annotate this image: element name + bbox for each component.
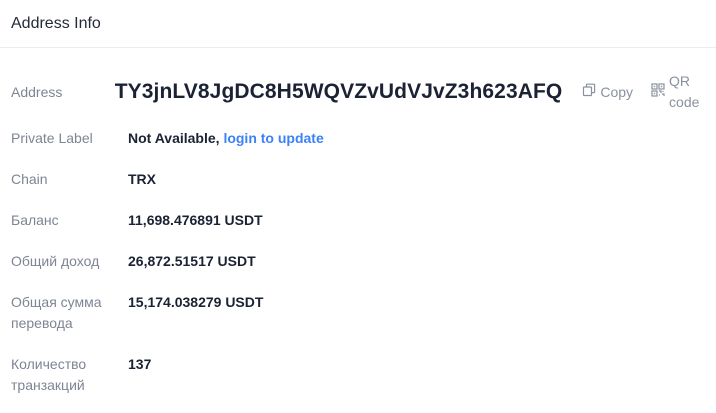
balance-row: Баланс 11,698.476891 USDT: [11, 210, 716, 231]
total-transfer-value: 15,174.038279 USDT: [128, 294, 264, 310]
address-info-card: Address Info Address TY3jnLV8JgDC8H5WQVZ…: [0, 0, 716, 413]
tx-count-label-line1: Количество: [11, 356, 87, 372]
card-header: Address Info: [0, 0, 716, 48]
tx-count-label: Количество транзакций: [11, 354, 128, 396]
copy-icon: [582, 82, 596, 103]
balance-label: Баланс: [11, 212, 59, 228]
private-label-value: Not Available,: [128, 130, 220, 146]
total-transfer-label: Общая сумма перевода: [11, 292, 128, 334]
tx-count-row: Количество транзакций 137: [11, 354, 716, 396]
address-label: Address: [11, 83, 63, 100]
address-value: TY3jnLV8JgDC8H5WQVZvUdVJvZ3h623AFQ: [114, 80, 563, 103]
qr-code-button[interactable]: QR code: [651, 71, 716, 113]
total-income-value: 26,872.51517 USDT: [128, 253, 256, 269]
card-title: Address Info: [11, 14, 101, 32]
private-label-row: Private Label Not Available, login to up…: [11, 128, 716, 149]
chain-label: Chain: [11, 171, 48, 187]
total-transfer-label-line2: перевода: [11, 315, 73, 331]
chain-value: TRX: [128, 171, 156, 187]
balance-value: 11,698.476891 USDT: [128, 212, 263, 228]
total-transfer-label-line1: Общая сумма: [11, 294, 102, 310]
login-to-update-link[interactable]: login to update: [223, 130, 323, 146]
tx-count-label-line2: транзакций: [11, 377, 85, 393]
copy-button[interactable]: Copy: [582, 82, 633, 103]
total-income-label: Общий доход: [11, 253, 100, 269]
chain-row: Chain TRX: [11, 169, 716, 190]
total-transfer-row: Общая сумма перевода 15,174.038279 USDT: [11, 292, 716, 334]
total-income-row: Общий доход 26,872.51517 USDT: [11, 251, 716, 272]
address-row: Address TY3jnLV8JgDC8H5WQVZvUdVJvZ3h623A…: [11, 71, 716, 113]
tx-count-value: 137: [128, 356, 152, 372]
private-label-label: Private Label: [11, 130, 93, 146]
qr-code-icon: [651, 82, 665, 103]
copy-label: Copy: [600, 83, 634, 100]
qr-code-label: QR code: [669, 73, 700, 110]
